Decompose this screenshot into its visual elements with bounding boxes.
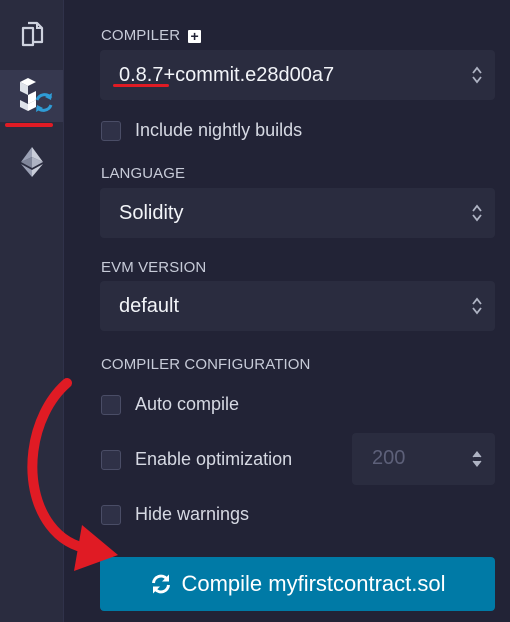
sidebar-item-deploy-run[interactable]	[0, 140, 63, 184]
compile-button-label: Compile myfirstcontract.sol	[181, 571, 446, 596]
sidebar-highlight-underline	[5, 123, 53, 127]
compile-button[interactable]: Compile myfirstcontract.sol	[100, 557, 495, 611]
solidity-compiler-icon	[19, 78, 52, 112]
files-icon	[21, 21, 43, 47]
optimization-runs-input[interactable]: 200	[352, 433, 495, 485]
evm-version-label: EVM VERSION	[101, 259, 207, 276]
hide-warnings-label: Hide warnings	[135, 504, 250, 524]
compiler-configuration-label: COMPILER CONFIGURATION	[101, 356, 311, 373]
ethereum-icon	[20, 147, 43, 177]
select-arrows-icon	[472, 297, 482, 315]
plus-box-icon[interactable]: +	[188, 29, 202, 43]
sidebar-item-solidity-compiler[interactable]	[0, 70, 63, 122]
optimization-runs-value: 200	[372, 447, 406, 469]
sidebar-item-file-explorer[interactable]	[0, 10, 63, 58]
version-highlight-underline	[113, 84, 169, 87]
nightly-builds-label: Include nightly builds	[135, 120, 303, 140]
evm-version-value: default	[119, 294, 180, 317]
language-select[interactable]: Solidity	[100, 188, 495, 238]
refresh-icon	[152, 574, 171, 594]
auto-compile-label: Auto compile	[135, 394, 240, 414]
stepper-arrows-icon[interactable]	[472, 450, 482, 468]
nightly-builds-checkbox[interactable]	[101, 120, 121, 141]
language-label: LANGUAGE	[101, 165, 186, 182]
evm-version-select[interactable]: default	[100, 281, 495, 331]
select-arrows-icon	[472, 204, 482, 222]
optimization-label: Enable optimization	[135, 449, 293, 469]
annotation-arrow	[27, 378, 118, 571]
language-value: Solidity	[119, 201, 184, 224]
select-arrows-icon	[472, 66, 482, 84]
compiler-label: COMPILER +	[101, 27, 202, 44]
nightly-builds-row[interactable]: Include nightly builds	[101, 120, 302, 141]
compiler-version-select[interactable]: 0.8.7+commit.e28d00a7	[100, 50, 495, 100]
